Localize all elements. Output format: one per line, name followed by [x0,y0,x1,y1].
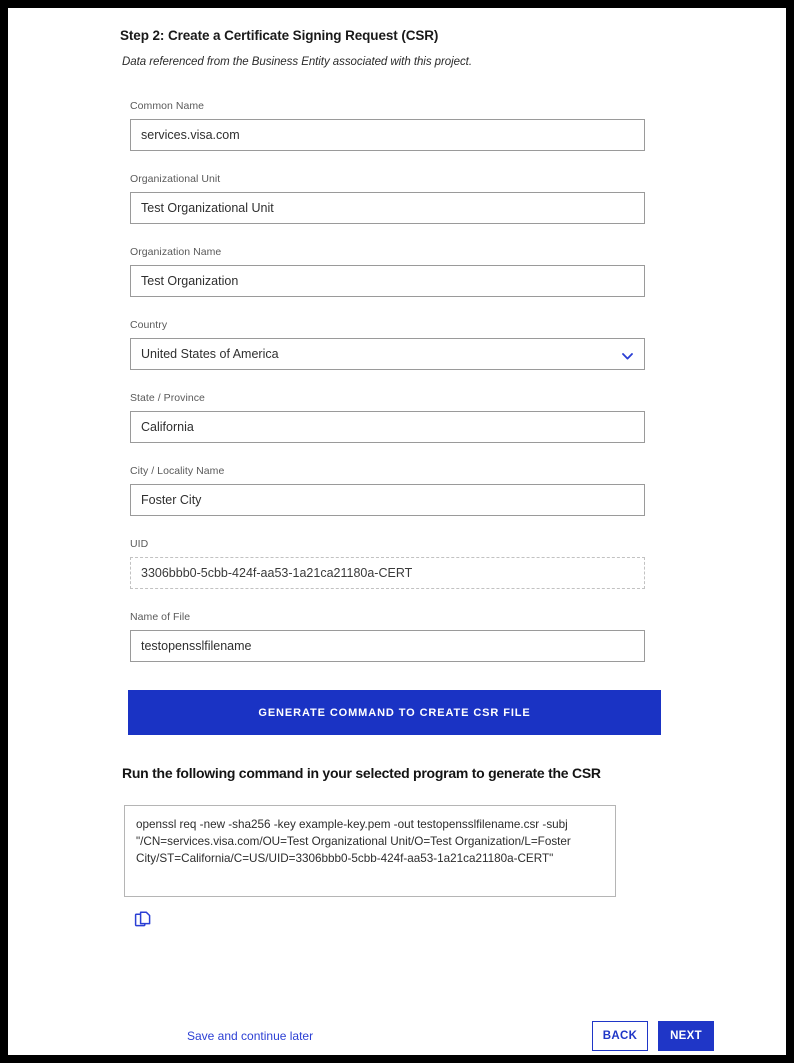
field-label-organizational-unit: Organizational Unit [130,173,221,185]
run-command-heading: Run the following command in your select… [122,765,601,781]
page-title: Step 2: Create a Certificate Signing Req… [120,28,439,43]
save-and-continue-later-link[interactable]: Save and continue later [187,1029,313,1043]
organizational-unit-input[interactable] [130,192,645,224]
back-button[interactable]: BACK [592,1021,648,1051]
csr-form-content: Step 2: Create a Certificate Signing Req… [116,18,676,934]
field-label-city-locality: City / Locality Name [130,465,225,477]
uid-input [130,557,645,589]
generate-command-button[interactable]: GENERATE COMMAND TO CREATE CSR FILE [128,690,661,735]
state-province-input[interactable] [130,411,645,443]
field-name-of-file: Name of File [116,611,676,662]
field-label-country: Country [130,319,168,331]
field-common-name: Common Name [116,100,676,151]
common-name-input[interactable] [130,119,645,151]
field-country: Country [116,319,676,370]
copy-command-row [134,909,676,934]
page-subtitle: Data referenced from the Business Entity… [122,56,472,68]
field-organizational-unit: Organizational Unit [116,173,676,224]
field-label-common-name: Common Name [130,100,205,112]
generated-command-textarea[interactable] [124,805,616,897]
copy-icon[interactable] [134,909,154,929]
city-locality-input[interactable] [130,484,645,516]
organization-name-input[interactable] [130,265,645,297]
name-of-file-input[interactable] [130,630,645,662]
country-select-wrap[interactable] [130,338,645,370]
field-city-locality: City / Locality Name [116,465,676,516]
field-label-state-province: State / Province [130,392,205,404]
field-label-organization-name: Organization Name [130,246,222,258]
field-label-uid: UID [130,538,149,550]
next-button[interactable]: NEXT [658,1021,714,1051]
country-select[interactable] [130,338,645,370]
page-frame: Step 2: Create a Certificate Signing Req… [0,0,794,1063]
field-state-province: State / Province [116,392,676,443]
footer-actions: Save and continue later BACK NEXT [116,1013,768,1059]
field-uid: UID [116,538,676,589]
field-label-name-of-file: Name of File [130,611,191,623]
field-organization-name: Organization Name [116,246,676,297]
